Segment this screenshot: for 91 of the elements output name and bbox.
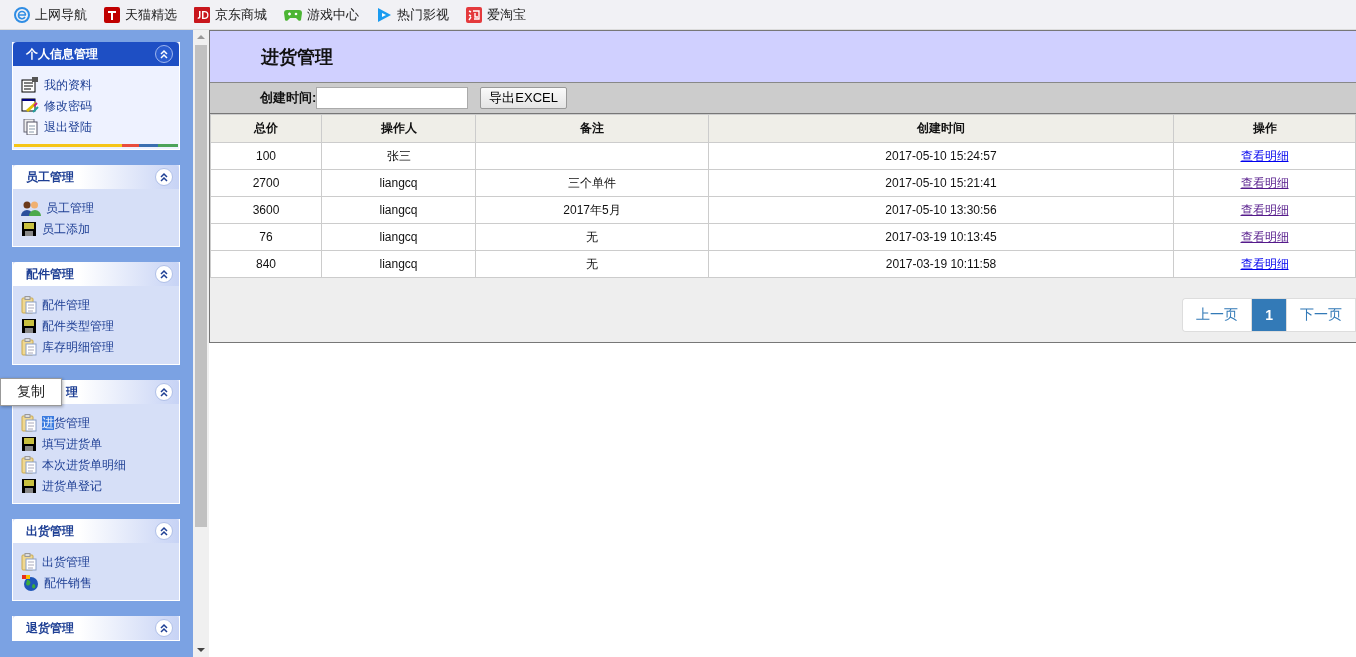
page-button[interactable]: 1 bbox=[1252, 299, 1287, 331]
clipboard-icon bbox=[21, 414, 37, 432]
menu-link[interactable]: 员工管理 bbox=[46, 199, 94, 217]
bookmark-link[interactable]: 游戏中心 bbox=[284, 5, 359, 24]
jd-icon bbox=[194, 6, 210, 23]
clipboard-icon bbox=[21, 296, 37, 314]
menu-link[interactable]: 修改密码 bbox=[44, 97, 92, 115]
table-cell: 无 bbox=[586, 229, 598, 244]
bookmark-link[interactable]: 爱淘宝 bbox=[466, 5, 526, 24]
menu-link[interactable]: 退出登陆 bbox=[44, 118, 92, 136]
detail-link[interactable]: 查看明细 bbox=[1240, 229, 1289, 244]
chevrons-up-icon bbox=[159, 172, 169, 182]
menu-link[interactable]: 配件类型管理 bbox=[42, 317, 114, 335]
context-menu[interactable]: 复制 bbox=[0, 378, 62, 406]
table-cell: 2017-05-10 15:24:57 bbox=[885, 149, 997, 163]
chevrons-up-icon bbox=[159, 269, 169, 279]
detail-link[interactable]: 查看明细 bbox=[1240, 202, 1289, 217]
browser-icon bbox=[14, 6, 30, 23]
bookmark-link[interactable]: 上网导航 bbox=[14, 5, 87, 24]
clipboard-icon bbox=[21, 553, 37, 571]
menu-link[interactable]: 出货管理 bbox=[42, 553, 90, 571]
clipboard-icon bbox=[21, 338, 37, 356]
table-cell: 76 bbox=[259, 230, 273, 244]
collapse-button[interactable] bbox=[155, 168, 173, 186]
collapse-button[interactable] bbox=[155, 383, 173, 401]
tmall-icon bbox=[104, 6, 120, 23]
chevrons-up-icon bbox=[159, 387, 169, 397]
collapse-button[interactable] bbox=[155, 265, 173, 283]
table-cell: 840 bbox=[256, 257, 276, 271]
column-header: 创建时间 bbox=[708, 114, 1174, 143]
menu-link[interactable]: 进货单登记 bbox=[42, 477, 102, 495]
chevrons-up-icon bbox=[159, 526, 169, 536]
table-cell: 2017-05-10 15:21:41 bbox=[885, 176, 997, 190]
table-cell: liangcq bbox=[379, 176, 418, 190]
bookmark-link[interactable]: 天猫精选 bbox=[104, 5, 177, 24]
menu-link[interactable]: 本次进货单明细 bbox=[42, 456, 126, 474]
gamepad-icon bbox=[284, 7, 302, 22]
menu-link[interactable]: 配件销售 bbox=[44, 574, 92, 592]
table-cell: 2017-03-19 10:11:58 bbox=[885, 257, 997, 271]
filter-label: 创建时间: bbox=[260, 89, 317, 107]
table-cell: 2017年5月 bbox=[563, 202, 621, 217]
date-field[interactable] bbox=[316, 87, 469, 109]
document-icon bbox=[21, 119, 39, 135]
detail-link[interactable]: 查看明细 bbox=[1240, 175, 1289, 190]
table-cell: liangcq bbox=[379, 230, 418, 244]
collapse-button[interactable] bbox=[155, 522, 173, 540]
chevrons-up-icon bbox=[159, 49, 169, 59]
panel-title: 配件管理 bbox=[26, 265, 74, 283]
collapse-button[interactable] bbox=[155, 619, 173, 637]
form-icon bbox=[21, 77, 39, 93]
play-icon bbox=[376, 6, 392, 23]
column-header: 操作人 bbox=[321, 114, 476, 143]
pencil-icon bbox=[21, 98, 39, 114]
column-header: 总价 bbox=[210, 114, 322, 143]
panel-title: 员工管理 bbox=[26, 168, 74, 186]
column-header: 备注 bbox=[475, 114, 709, 143]
table-cell: 2700 bbox=[252, 176, 280, 190]
menu-link[interactable]: 配件管理 bbox=[42, 296, 90, 314]
table-cell: 无 bbox=[586, 256, 598, 271]
clipboard-icon bbox=[21, 456, 37, 474]
menu-link[interactable]: 我的资料 bbox=[44, 76, 92, 94]
panel-title: 退货管理 bbox=[26, 619, 74, 637]
panel-title: 个人信息管理 bbox=[26, 45, 98, 63]
column-header: 操作 bbox=[1173, 114, 1356, 143]
chevrons-up-icon bbox=[159, 623, 169, 633]
collapse-button[interactable] bbox=[155, 45, 173, 63]
detail-link[interactable]: 查看明细 bbox=[1240, 148, 1289, 163]
export-button[interactable]: 导出EXCEL bbox=[480, 87, 567, 109]
table-cell: 3600 bbox=[252, 203, 280, 217]
panel-title: 理 bbox=[66, 383, 78, 401]
table-cell: 2017-05-10 13:30:56 bbox=[885, 203, 997, 217]
menu-link[interactable]: 进货管理 bbox=[42, 414, 90, 432]
page-button[interactable]: 下一页 bbox=[1287, 299, 1356, 331]
people-icon bbox=[21, 200, 41, 216]
table-cell: liangcq bbox=[379, 203, 418, 217]
table-cell: 三个单件 bbox=[568, 175, 616, 190]
detail-link[interactable]: 查看明细 bbox=[1240, 256, 1289, 271]
table-cell: 2017-03-19 10:13:45 bbox=[885, 230, 997, 244]
page-button[interactable]: 上一页 bbox=[1183, 299, 1253, 331]
bookmark-link[interactable]: 热门影视 bbox=[376, 5, 449, 24]
panel-title: 出货管理 bbox=[26, 522, 74, 540]
table-cell: 张三 bbox=[386, 148, 411, 163]
bookmark-link[interactable]: 京东商城 bbox=[194, 5, 267, 24]
globe-icon bbox=[21, 574, 39, 592]
page-title: 进货管理 bbox=[261, 45, 333, 69]
menu-link[interactable]: 库存明细管理 bbox=[42, 338, 114, 356]
menu-link[interactable]: 填写进货单 bbox=[42, 435, 102, 453]
table-cell: liangcq bbox=[379, 257, 418, 271]
table-cell: 100 bbox=[256, 149, 276, 163]
menu-link[interactable]: 员工添加 bbox=[42, 220, 90, 238]
taobao-icon bbox=[466, 6, 482, 23]
